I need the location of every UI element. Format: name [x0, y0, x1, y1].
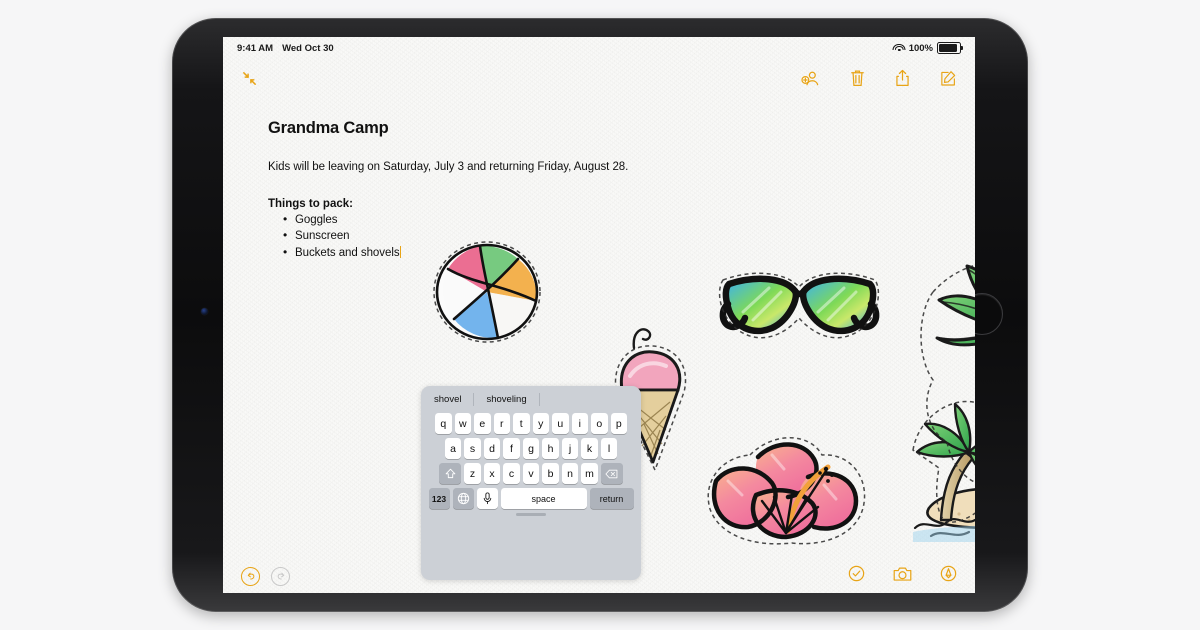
key-g[interactable]: g — [522, 438, 540, 459]
list-item-label: Sunscreen — [295, 230, 350, 243]
note-toolbar — [223, 59, 975, 97]
packing-list: Goggles Sunscreen Buckets and shovels — [268, 211, 935, 263]
key-k[interactable]: k — [581, 438, 598, 459]
key-p[interactable]: p — [610, 413, 627, 434]
key-z[interactable]: z — [464, 463, 481, 484]
return-key[interactable]: return — [589, 488, 634, 509]
key-b[interactable]: b — [542, 463, 559, 484]
key-d[interactable]: d — [483, 438, 501, 459]
list-item: Goggles — [283, 211, 935, 229]
key-s[interactable]: s — [464, 438, 481, 459]
status-time: 9:41 AM — [237, 42, 274, 54]
key-c[interactable]: c — [503, 463, 520, 484]
palm-tree-island-sticker[interactable] — [911, 252, 975, 542]
hibiscus-flower-sticker[interactable] — [700, 435, 870, 547]
key-m[interactable]: m — [581, 463, 598, 484]
keyboard-row-3: z x c v b n m — [421, 463, 641, 484]
prediction-separator — [538, 393, 540, 406]
key-j[interactable]: j — [561, 438, 579, 459]
shift-icon[interactable] — [439, 463, 462, 484]
sunglasses-sticker[interactable] — [717, 260, 882, 350]
predictive-text-bar: shovel shoveling — [421, 386, 641, 413]
beach-ball-sticker[interactable] — [428, 239, 546, 343]
list-item: Sunscreen — [283, 227, 935, 245]
checklist-icon[interactable] — [848, 565, 865, 587]
list-item-label: Buckets and shovels — [295, 247, 400, 260]
camera-icon[interactable] — [893, 566, 912, 587]
wifi-icon — [892, 43, 906, 53]
key-r[interactable]: r — [493, 413, 510, 434]
drag-handle-icon[interactable] — [516, 513, 546, 517]
key-f[interactable]: f — [503, 438, 520, 459]
markup-pen-icon[interactable] — [940, 565, 957, 587]
key-v[interactable]: v — [522, 463, 540, 484]
ipad-screen: 9:41 AM Wed Oct 30 100% Grandma Camp Kid… — [223, 37, 975, 593]
collapse-arrows-icon[interactable] — [241, 70, 258, 87]
trash-icon[interactable] — [850, 69, 865, 87]
key-t[interactable]: t — [513, 413, 530, 434]
front-camera-icon — [201, 308, 208, 315]
keyboard-row-4: 123 space return — [421, 488, 641, 509]
microphone-icon[interactable] — [476, 488, 498, 509]
status-date: Wed Oct 30 — [282, 42, 334, 54]
compose-icon[interactable] — [940, 70, 957, 87]
redo-icon — [271, 566, 290, 586]
key-q[interactable]: q — [435, 413, 452, 434]
ipad-device: 9:41 AM Wed Oct 30 100% Grandma Camp Kid… — [172, 18, 1028, 612]
space-key[interactable]: space — [500, 488, 587, 509]
key-a[interactable]: a — [444, 438, 462, 459]
keyboard-row-2: a s d f g h j k l — [421, 438, 641, 459]
note-title: Grandma Camp — [268, 119, 389, 137]
status-bar: 9:41 AM Wed Oct 30 100% — [223, 37, 975, 59]
floating-keyboard[interactable]: shovel shoveling q w e r t y u i o p a s — [421, 386, 641, 580]
key-w[interactable]: w — [454, 413, 471, 434]
key-x[interactable]: x — [483, 463, 501, 484]
backspace-icon[interactable] — [600, 463, 623, 484]
key-l[interactable]: l — [600, 438, 618, 459]
battery-full-icon — [937, 42, 964, 54]
prediction-separator — [473, 393, 475, 406]
key-h[interactable]: h — [542, 438, 559, 459]
prediction-1[interactable]: shoveling — [483, 394, 529, 405]
key-n[interactable]: n — [561, 463, 579, 484]
globe-icon[interactable] — [452, 488, 474, 509]
note-bottom-bar — [223, 559, 975, 593]
key-u[interactable]: u — [552, 413, 569, 434]
key-i[interactable]: i — [571, 413, 588, 434]
add-collaborator-icon[interactable] — [801, 70, 820, 87]
key-y[interactable]: y — [532, 413, 549, 434]
key-e[interactable]: e — [474, 413, 491, 434]
numbers-key[interactable]: 123 — [428, 488, 450, 509]
battery-percent: 100% — [908, 42, 933, 54]
share-icon[interactable] — [895, 69, 910, 87]
keyboard-row-1: q w e r t y u i o p — [421, 413, 641, 434]
note-subheading: Things to pack: — [268, 197, 353, 210]
list-item-label: Goggles — [295, 213, 338, 226]
text-cursor — [400, 246, 402, 259]
prediction-0[interactable]: shovel — [431, 394, 464, 405]
undo-icon[interactable] — [241, 566, 260, 586]
note-paragraph: Kids will be leaving on Saturday, July 3… — [268, 161, 629, 173]
key-o[interactable]: o — [591, 413, 608, 434]
